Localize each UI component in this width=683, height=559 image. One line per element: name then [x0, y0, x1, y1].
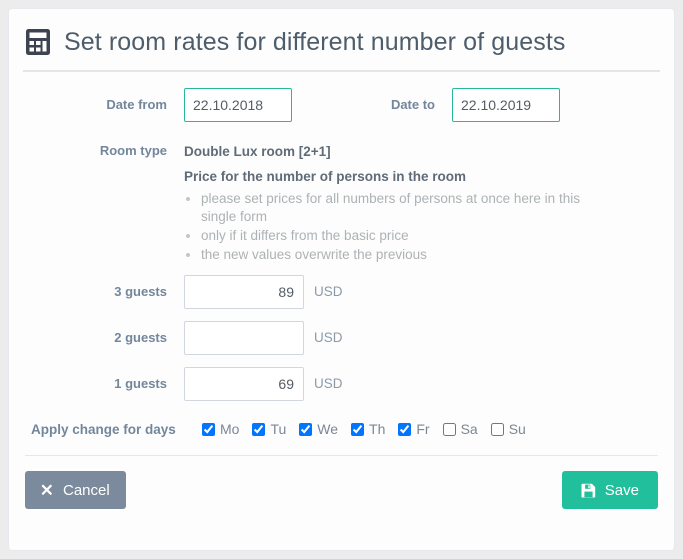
day-checkbox-input-fr[interactable] — [398, 422, 412, 436]
currency-label-1: USD — [314, 376, 343, 391]
date-from-label: Date from — [106, 97, 167, 112]
floppy-disk-save-icon — [581, 483, 596, 498]
day-checkbox-su[interactable]: Su — [490, 421, 526, 437]
card-footer: Cancel Save — [9, 456, 674, 509]
day-checkbox-fr[interactable]: Fr — [398, 421, 430, 437]
price-info-block: Price for the number of persons in the r… — [184, 169, 593, 265]
day-checkbox-input-su[interactable] — [490, 422, 504, 436]
apply-days-row: Apply change for days Mo Tu We Th Fr Sa … — [27, 421, 656, 437]
price-section-heading: Price for the number of persons in the r… — [184, 169, 467, 184]
day-checkbox-input-sa[interactable] — [442, 422, 456, 436]
room-type-row: Room type Double Lux room [2+1] — [27, 136, 656, 159]
card-header: Set room rates for different number of g… — [9, 9, 674, 61]
day-checkbox-input-th[interactable] — [351, 422, 365, 436]
guest-price-row-2: 2 guests USD — [27, 321, 656, 355]
date-to-label: Date to — [390, 97, 435, 112]
guest-price-input-1[interactable] — [184, 367, 304, 401]
day-checkbox-input-mo[interactable] — [202, 422, 215, 436]
day-checkbox-we[interactable]: We — [299, 421, 338, 437]
apply-days-label: Apply change for days — [31, 421, 176, 437]
day-label-mo: Mo — [220, 421, 240, 437]
price-info-spacer — [27, 169, 184, 178]
day-label-th: Th — [369, 421, 386, 437]
date-to-input[interactable] — [452, 88, 560, 122]
guest-price-label-2: 2 guests — [114, 330, 167, 345]
guest-price-row-3: 3 guests USD — [27, 275, 656, 309]
day-label-we: We — [317, 421, 339, 437]
rate-settings-card: Set room rates for different number of g… — [8, 8, 675, 551]
day-label-tu: Tu — [270, 421, 287, 437]
price-info-row: Price for the number of persons in the r… — [27, 169, 656, 265]
cancel-button-label: Cancel — [63, 481, 110, 499]
guest-price-input-3[interactable] — [184, 275, 304, 309]
calculator-icon — [25, 28, 51, 56]
day-label-su: Su — [508, 421, 526, 437]
day-checkbox-group: Mo Tu We Th Fr Sa Su — [202, 421, 539, 437]
list-item: the new values overwrite the previous — [201, 246, 593, 264]
day-checkbox-input-tu[interactable] — [252, 422, 266, 436]
room-type-label: Room type — [99, 143, 167, 158]
room-type-value: Double Lux room [2+1] — [184, 144, 331, 159]
day-label-fr: Fr — [416, 421, 430, 437]
save-button-label: Save — [604, 481, 639, 499]
guest-price-label-3: 3 guests — [114, 284, 167, 299]
guest-price-label-1: 1 guests — [114, 376, 167, 391]
guest-price-input-2[interactable] — [184, 321, 304, 355]
day-checkbox-sa[interactable]: Sa — [442, 421, 478, 437]
price-hint-list: please set prices for all numbers of per… — [184, 190, 593, 264]
close-x-icon — [41, 484, 54, 497]
date-range-row: Date from Date to — [27, 88, 656, 122]
save-button[interactable]: Save — [561, 471, 658, 509]
day-checkbox-mo[interactable]: Mo — [202, 421, 239, 437]
day-label-sa: Sa — [460, 421, 478, 437]
date-from-input[interactable] — [184, 88, 292, 122]
guest-price-row-1: 1 guests USD — [27, 367, 656, 401]
day-checkbox-input-we[interactable] — [299, 422, 313, 436]
page-title: Set room rates for different number of g… — [64, 27, 566, 56]
cancel-button[interactable]: Cancel — [25, 471, 126, 509]
list-item: only if it differs from the basic price — [201, 227, 593, 245]
day-checkbox-tu[interactable]: Tu — [252, 421, 286, 437]
list-item: please set prices for all numbers of per… — [201, 190, 593, 226]
currency-label-3: USD — [314, 284, 343, 299]
day-checkbox-th[interactable]: Th — [351, 421, 385, 437]
card-body: Date from Date to Room type Double Lux r… — [9, 72, 674, 437]
currency-label-2: USD — [314, 330, 343, 345]
